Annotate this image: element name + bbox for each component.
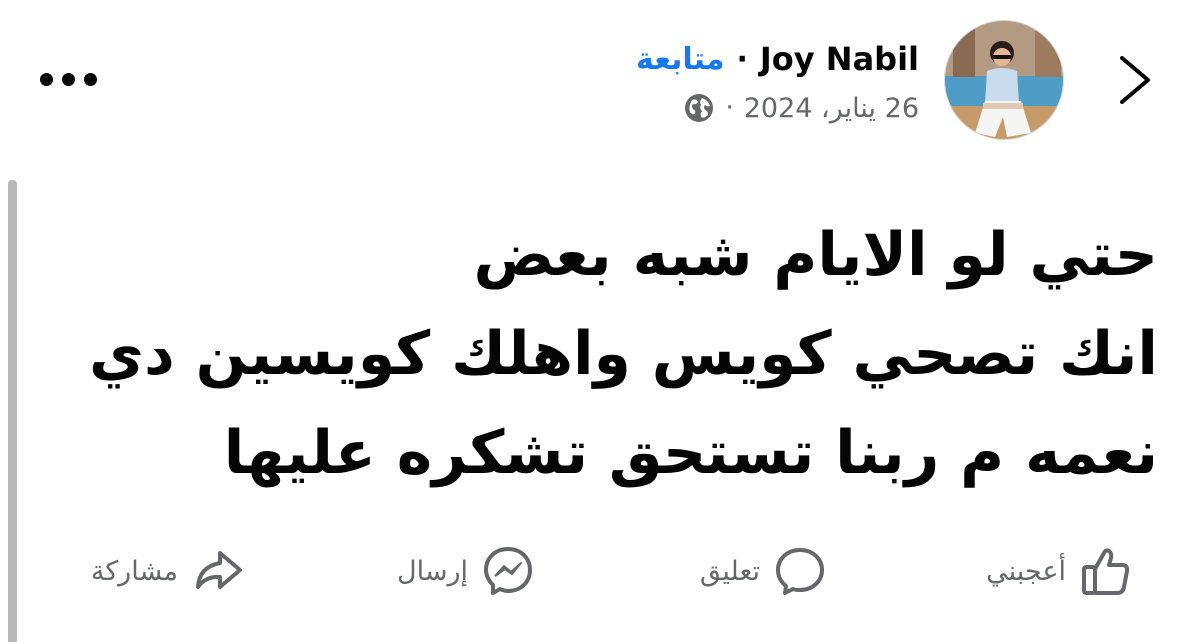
thumbs-up-icon bbox=[1082, 548, 1130, 595]
share-label: مشاركة bbox=[90, 555, 178, 587]
post-line: انك تصحي كويس واهلك كويسين دي bbox=[88, 319, 1158, 389]
more-options-icon[interactable] bbox=[40, 68, 100, 90]
post-date[interactable]: 26 يناير، 2024 bbox=[744, 93, 919, 124]
separator-dot: · bbox=[736, 41, 748, 77]
back-button[interactable] bbox=[1112, 52, 1156, 108]
scroll-indicator bbox=[8, 180, 17, 642]
share-button[interactable]: مشاركة bbox=[91, 536, 246, 606]
share-arrow-icon bbox=[196, 551, 242, 589]
chevron-right-icon bbox=[1120, 56, 1150, 104]
author-name[interactable]: Joy Nabil bbox=[760, 40, 919, 78]
post-line: حتي لو الايام شبه بعض bbox=[473, 220, 1158, 290]
send-label: إرسال bbox=[396, 555, 468, 587]
like-button[interactable]: أعجبني bbox=[986, 536, 1134, 606]
post-line: نعمه م ربنا تستحق تشكره عليها bbox=[223, 418, 1158, 488]
follow-button[interactable]: متابعة bbox=[636, 42, 724, 77]
comment-button[interactable]: تعليق bbox=[700, 536, 828, 606]
avatar-photo bbox=[945, 21, 1063, 139]
comment-label: تعليق bbox=[699, 555, 760, 587]
avatar[interactable] bbox=[944, 20, 1064, 140]
comment-bubble-icon bbox=[776, 548, 824, 595]
post-author-row: متابعة · Joy Nabil bbox=[636, 36, 919, 82]
send-button[interactable]: إرسال bbox=[397, 536, 536, 606]
post-text: حتي لو الايام شبه بعض انك تصحي كويس واهل… bbox=[28, 206, 1158, 503]
globe-icon bbox=[683, 92, 715, 124]
messenger-icon bbox=[484, 547, 532, 595]
separator-dot: · bbox=[725, 93, 734, 123]
like-label: أعجبني bbox=[986, 555, 1066, 587]
post-meta-row: · 26 يناير، 2024 bbox=[683, 88, 919, 128]
